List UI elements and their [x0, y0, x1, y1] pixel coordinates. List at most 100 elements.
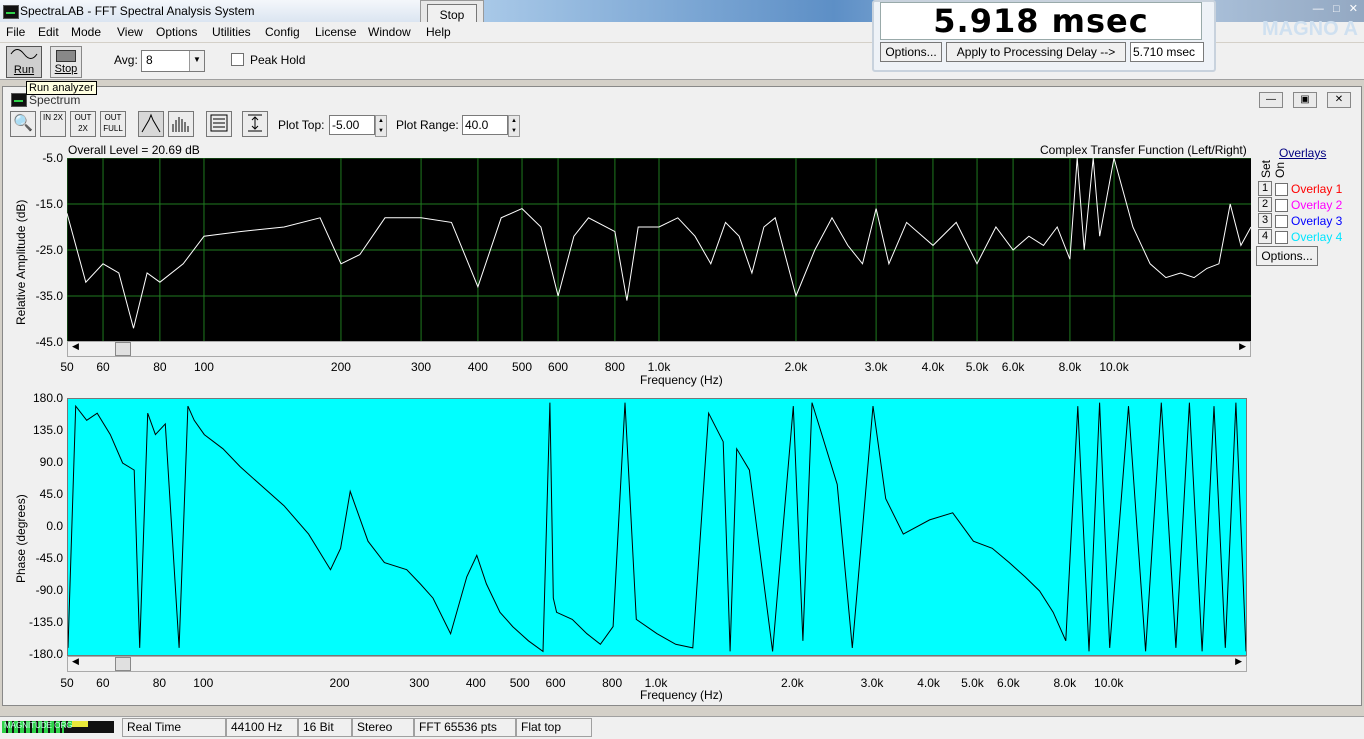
y-tick-label: -15.0 — [35, 197, 63, 211]
x-tick-label: 2.0k — [784, 360, 808, 374]
x-tick-label: 1.0k — [647, 360, 671, 374]
zoom-out-2x-icon[interactable]: OUT 2X — [70, 111, 96, 137]
maximize-icon[interactable]: □ — [1333, 3, 1340, 15]
overlay-label-4: Overlay 4 — [1291, 230, 1343, 244]
x-tick-label: 3.0k — [864, 360, 888, 374]
avg-label: Avg: — [114, 53, 138, 67]
overlay-set-button-3[interactable]: 3 — [1258, 213, 1272, 228]
x-tick-label: 60 — [96, 360, 110, 374]
delay-options-button[interactable]: Options... — [880, 42, 942, 62]
watermark-logo: MAGNO A — [1262, 18, 1358, 40]
scroll-right-icon[interactable]: ▶ — [1239, 341, 1246, 352]
overlays-options-button[interactable]: Options... — [1256, 246, 1318, 266]
x-tick-label: 400 — [465, 676, 486, 690]
y-tick-label: -45.0 — [35, 335, 63, 349]
amp-scroll-thumb[interactable] — [115, 342, 131, 356]
close-icon[interactable]: ✕ — [1349, 3, 1358, 15]
overlay-checkbox-1[interactable] — [1275, 183, 1288, 196]
status-sample-rate: 44100 Hz — [226, 718, 298, 737]
x-tick-label: 100 — [193, 676, 214, 690]
menu-config[interactable]: Config — [265, 25, 300, 39]
series-line-0 — [67, 402, 1247, 653]
plot-top-spinner[interactable]: ▲ ▼ — [375, 115, 387, 137]
amplitude-plot[interactable] — [66, 157, 1252, 343]
x-tick-label: 500 — [509, 676, 530, 690]
peak-hold-checkbox[interactable] — [231, 53, 244, 66]
menu-options[interactable]: Options — [156, 25, 197, 39]
x-tick-label: 10.0k — [1094, 676, 1124, 690]
x-tick-label: 60 — [96, 676, 110, 690]
overlay-label-3: Overlay 3 — [1291, 214, 1343, 228]
magnifier-icon[interactable]: 🔍 — [10, 111, 36, 137]
y-tick-label: 135.0 — [32, 423, 63, 437]
x-tick-label: 300 — [411, 360, 432, 374]
sine-wave-icon — [10, 49, 38, 59]
stop-button[interactable]: Stop — [50, 46, 82, 78]
zoom-in-2x-icon[interactable]: IN 2X — [40, 111, 66, 137]
mdi-restore-icon[interactable]: ▣ — [1293, 92, 1317, 108]
zoom-full-icon[interactable]: OUT FULL — [100, 111, 126, 137]
window-controls[interactable]: — □ ✕ — [1313, 2, 1358, 15]
scroll-right-icon[interactable]: ▶ — [1235, 656, 1242, 667]
y-tick-label: -35.0 — [35, 289, 63, 303]
menu-view[interactable]: View — [117, 25, 143, 39]
y-tick-label: -90.0 — [35, 583, 63, 597]
plot-range-input[interactable]: 40.0 — [462, 115, 508, 135]
processing-delay-field[interactable]: 5.710 msec — [1130, 42, 1204, 62]
menu-window[interactable]: Window — [368, 25, 411, 39]
list-settings-icon[interactable] — [206, 111, 232, 137]
menu-file[interactable]: File — [6, 25, 25, 39]
plot-range-spinner[interactable]: ▲ ▼ — [508, 115, 520, 137]
scroll-left-icon[interactable]: ◀ — [72, 341, 79, 352]
meter-text: MAGNITUDE ORG — [4, 721, 73, 730]
menu-edit[interactable]: Edit — [38, 25, 59, 39]
tooltip: Run analyzer — [26, 81, 97, 95]
y-tick-label: -25.0 — [35, 243, 63, 257]
delay-readout: 5.918 msec — [880, 2, 1202, 40]
x-tick-label: 200 — [329, 676, 350, 690]
overlay-checkbox-2[interactable] — [1275, 199, 1288, 212]
x-tick-label: 2.0k — [780, 676, 804, 690]
overlay-checkbox-4[interactable] — [1275, 231, 1288, 244]
plot-top-input[interactable]: -5.00 — [329, 115, 375, 135]
y-tick-label: 0.0 — [46, 519, 63, 533]
app-icon — [3, 5, 19, 19]
phase-x-axis-label: Frequency (Hz) — [640, 688, 723, 702]
phase-scroll-thumb[interactable] — [115, 657, 131, 671]
minimize-icon[interactable]: — — [1313, 3, 1324, 15]
x-tick-label: 4.0k — [921, 360, 945, 374]
overlay-set-button-4[interactable]: 4 — [1258, 229, 1272, 244]
overlay-checkbox-3[interactable] — [1275, 215, 1288, 228]
bar-mode-icon[interactable] — [168, 111, 194, 137]
scroll-left-icon[interactable]: ◀ — [72, 656, 79, 667]
menu-utilities[interactable]: Utilities — [212, 25, 251, 39]
amplitude-chart-svg — [66, 157, 1252, 343]
overlay-label-2: Overlay 2 — [1291, 198, 1343, 212]
avg-select[interactable]: 8 ▼ — [141, 50, 205, 72]
apply-delay-button[interactable]: Apply to Processing Delay --> — [946, 42, 1126, 62]
menu-help[interactable]: Help — [426, 25, 451, 39]
y-tick-label: -180.0 — [28, 647, 63, 661]
mdi-close-icon[interactable]: ✕ — [1327, 92, 1351, 108]
phase-horizontal-scrollbar[interactable]: ◀ ▶ — [67, 656, 1247, 672]
y-tick-label: 180.0 — [32, 391, 63, 405]
x-tick-label: 5.0k — [961, 676, 984, 690]
menu-mode[interactable]: Mode — [71, 25, 101, 39]
line-mode-icon[interactable] — [138, 111, 164, 137]
y-tick-label: -5.0 — [42, 151, 63, 165]
amp-horizontal-scrollbar[interactable]: ◀ ▶ — [67, 341, 1251, 357]
vertical-scale-icon[interactable] — [242, 111, 268, 137]
menu-license[interactable]: License — [315, 25, 356, 39]
run-button[interactable]: Run — [6, 46, 42, 78]
y-tick-label: -135.0 — [28, 615, 63, 629]
phase-y-axis-label: Phase (degrees) — [14, 494, 28, 583]
spectrum-title: Spectrum — [29, 93, 81, 107]
mdi-minimize-icon[interactable]: — — [1259, 92, 1283, 108]
y-tick-label: -45.0 — [35, 551, 63, 565]
amp-y-axis-label: Relative Amplitude (dB) — [14, 199, 28, 325]
overlay-set-button-2[interactable]: 2 — [1258, 197, 1272, 212]
overlay-set-button-1[interactable]: 1 — [1258, 181, 1272, 196]
spectrum-icon — [11, 93, 27, 107]
chevron-down-icon[interactable]: ▼ — [189, 51, 204, 71]
phase-plot[interactable] — [67, 398, 1247, 656]
